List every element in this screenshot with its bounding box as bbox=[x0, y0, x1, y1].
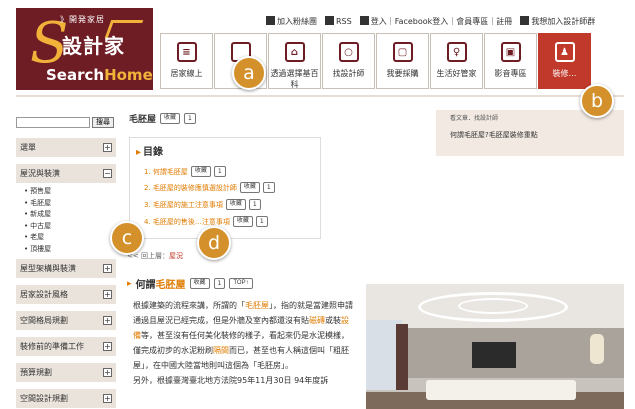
collect-button[interactable]: 收藏 bbox=[225, 199, 246, 210]
article-paragraph: 另外，根據臺灣臺北地方法院95年11月30日 94年度訴 bbox=[133, 376, 329, 385]
top-link-facebook[interactable]: 加入粉絲團 bbox=[266, 16, 317, 27]
people-icon: ♟ bbox=[554, 42, 575, 62]
toc-item: 3. 毛胚屋的施工注意事項 收藏 1 bbox=[144, 199, 261, 210]
notice-link[interactable]: 何謂毛胚屋?毛胚屋裝修重點 bbox=[450, 130, 538, 140]
house-icon: ⌂ bbox=[284, 42, 305, 62]
sidebar-item-budget[interactable]: 預算規劃 + bbox=[16, 363, 116, 383]
triangle-icon: ▸ bbox=[127, 278, 132, 289]
bulb-icon: ♀ bbox=[446, 42, 467, 62]
nav-item-home[interactable]: ≡ 居家線上 bbox=[160, 33, 213, 89]
collapse-icon[interactable]: − bbox=[103, 169, 112, 178]
search-person-icon: ○ bbox=[338, 42, 359, 62]
toc-link[interactable]: 2. 毛胚屋的裝修應慎選設計師 bbox=[144, 183, 237, 193]
page-title: 毛胚屋 bbox=[129, 115, 157, 125]
cart-icon: ▢ bbox=[392, 42, 413, 62]
collect-count: 1 bbox=[213, 166, 226, 177]
collect-button[interactable]: 收藏 bbox=[190, 166, 211, 177]
sidebar-subitem[interactable]: 頂樓屋 bbox=[24, 244, 116, 256]
nav-item-video[interactable]: ▣ 影音專區 bbox=[484, 33, 537, 89]
list-icon: ≡ bbox=[176, 42, 197, 62]
top-link-designer[interactable]: 我想加入設計師群 bbox=[520, 16, 595, 27]
sidebar-item-space-design[interactable]: 空間設計規劃 + bbox=[16, 389, 116, 409]
nav-item-find-designer[interactable]: ○ 找設計師 bbox=[322, 33, 375, 89]
expand-icon[interactable]: + bbox=[103, 368, 112, 377]
sidebar-subitem[interactable]: 新成屋 bbox=[24, 209, 116, 221]
nav-item-life[interactable]: ♀ 生活好管家 bbox=[430, 33, 483, 89]
sidebar-item-layout[interactable]: 空間格局規劃 + bbox=[16, 311, 116, 331]
sidebar-subitem[interactable]: 中古屋 bbox=[24, 221, 116, 233]
article-body: 根據建築的流程來講，所謂的「毛胚屋」，指的就是當建照申請通過且屋況已經完成，但是… bbox=[133, 298, 355, 388]
collect-count: 1 bbox=[213, 278, 226, 289]
expand-icon[interactable]: + bbox=[103, 290, 112, 299]
top-link-rss[interactable]: RSS bbox=[325, 16, 352, 27]
collect-button[interactable]: 收藏 bbox=[160, 113, 181, 124]
login-icon bbox=[359, 16, 369, 25]
toc-link[interactable]: 1. 何謂毛胚屋 bbox=[144, 167, 188, 177]
toc-item: 4. 毛胚屋的售後…注意事項 收藏 1 bbox=[144, 216, 268, 227]
expand-icon[interactable]: + bbox=[103, 316, 112, 325]
notice-title: 看文章．找設計師 bbox=[450, 115, 499, 122]
nav-item-shopping[interactable]: ▢ 我要採購 bbox=[376, 33, 429, 89]
collect-button[interactable]: 收藏 bbox=[189, 278, 210, 289]
collect-count: 1 bbox=[184, 113, 196, 124]
toc-item: 2. 毛胚屋的裝修應慎選設計師 收藏 1 bbox=[144, 182, 275, 193]
expand-icon[interactable]: + bbox=[103, 143, 112, 152]
toc-link[interactable]: 4. 毛胚屋的售後…注意事項 bbox=[144, 217, 230, 227]
top-button[interactable]: TOP↑ bbox=[229, 278, 253, 289]
tv-icon: ▣ bbox=[500, 42, 521, 62]
site-logo[interactable]: S 》開発家居 設計家 SearchHome bbox=[16, 8, 153, 90]
toc-link[interactable]: 3. 毛胚屋的施工注意事項 bbox=[144, 200, 223, 210]
page-root: S 》開発家居 設計家 SearchHome 加入粉絲團 RSS 登入｜Face… bbox=[0, 0, 635, 409]
sidebar-item-structure[interactable]: 屋型架構與裝潢 + bbox=[16, 259, 116, 279]
annotation-marker-b: b bbox=[580, 84, 614, 118]
toc-item: 1. 何謂毛胚屋 收藏 1 bbox=[144, 166, 226, 177]
triangle-icon: ▸ bbox=[136, 147, 142, 158]
expand-icon[interactable]: + bbox=[103, 342, 112, 351]
table-of-contents: ▸ 目錄 1. 何謂毛胚屋 收藏 1 2. 毛胚屋的裝修應慎選設計師 收藏 1 3. 毛胚… bbox=[129, 137, 321, 239]
search-box: 搜尋 bbox=[16, 117, 114, 128]
annotation-marker-c: c bbox=[110, 221, 144, 255]
sidebar-sublist: 預售屋 毛胚屋 新成屋 中古屋 老屋 頂樓屋 bbox=[16, 186, 116, 255]
rss-icon bbox=[325, 16, 334, 25]
page-title-row: 毛胚屋 收藏 1 bbox=[129, 112, 196, 125]
sidebar-item-menu[interactable]: 選單 + bbox=[16, 138, 116, 158]
sidebar-subitem[interactable]: 老屋 bbox=[24, 232, 116, 244]
search-input[interactable] bbox=[16, 117, 90, 128]
section-heading: ▸ 何謂毛胚屋 收藏 1 TOP↑ bbox=[127, 276, 253, 291]
top-links: 加入粉絲團 RSS 登入｜Facebook登入｜會員專區｜註冊 我想加入設計師群 bbox=[266, 16, 595, 27]
collect-button[interactable]: 收藏 bbox=[232, 216, 253, 227]
top-link-login[interactable]: 登入｜Facebook登入｜會員專區｜註冊 bbox=[359, 16, 512, 27]
toc-heading: ▸ 目錄 bbox=[136, 147, 164, 158]
annotation-marker-d: d bbox=[197, 226, 231, 260]
search-button[interactable]: 搜尋 bbox=[92, 117, 114, 128]
sidebar-item-style[interactable]: 居家設計風格 + bbox=[16, 285, 116, 305]
facebook-icon bbox=[266, 16, 275, 25]
expand-icon[interactable]: + bbox=[103, 264, 112, 273]
sidebar-item-house-condition[interactable]: 屋況與裝潢 − bbox=[16, 164, 116, 184]
breadcrumb-link[interactable]: 屋況 bbox=[169, 252, 183, 260]
sidebar-subitem[interactable]: 毛胚屋 bbox=[24, 198, 116, 210]
collect-button[interactable]: 收藏 bbox=[239, 182, 260, 193]
sidebar-subitem[interactable]: 預售屋 bbox=[24, 186, 116, 198]
annotation-marker-a: a bbox=[232, 56, 266, 90]
expand-icon[interactable]: + bbox=[103, 394, 112, 403]
logo-main-text: 設計家 bbox=[62, 34, 125, 58]
logo-top-text: 》開発家居 bbox=[60, 15, 105, 24]
interior-photo bbox=[366, 284, 624, 409]
collect-count: 1 bbox=[262, 182, 275, 193]
article-paragraph: 根據建築的流程來講，所謂的「毛胚屋」，指的就是當建照申請通過且屋況已經完成，但是… bbox=[133, 301, 353, 370]
nav-item-encyclopedia[interactable]: ⌂ 透過選擇基百科 bbox=[268, 33, 321, 89]
designer-icon bbox=[520, 16, 530, 25]
collect-count: 1 bbox=[248, 199, 261, 210]
main-nav: ≡ 居家線上 ⌂ 透過選擇基百科 ○ 找設計師 ▢ 我要採購 ♀ 生活好管家 ▣ 影音專區 … bbox=[160, 33, 592, 89]
section-title: 何謂毛胚屋 bbox=[135, 280, 186, 291]
nav-item-renovation[interactable]: ♟ 裝修… bbox=[538, 33, 591, 89]
sidebar-item-preparation[interactable]: 裝修前的準備工作 + bbox=[16, 337, 116, 357]
header-divider bbox=[16, 95, 624, 97]
logo-sub-text: SearchHome bbox=[46, 66, 153, 84]
sidebar: 選單+ 屋況與裝潢− 預售屋 毛胚屋 新成屋 中古屋 老屋 頂樓屋 屋型架構與裝… bbox=[16, 138, 116, 409]
collect-count: 1 bbox=[255, 216, 268, 227]
